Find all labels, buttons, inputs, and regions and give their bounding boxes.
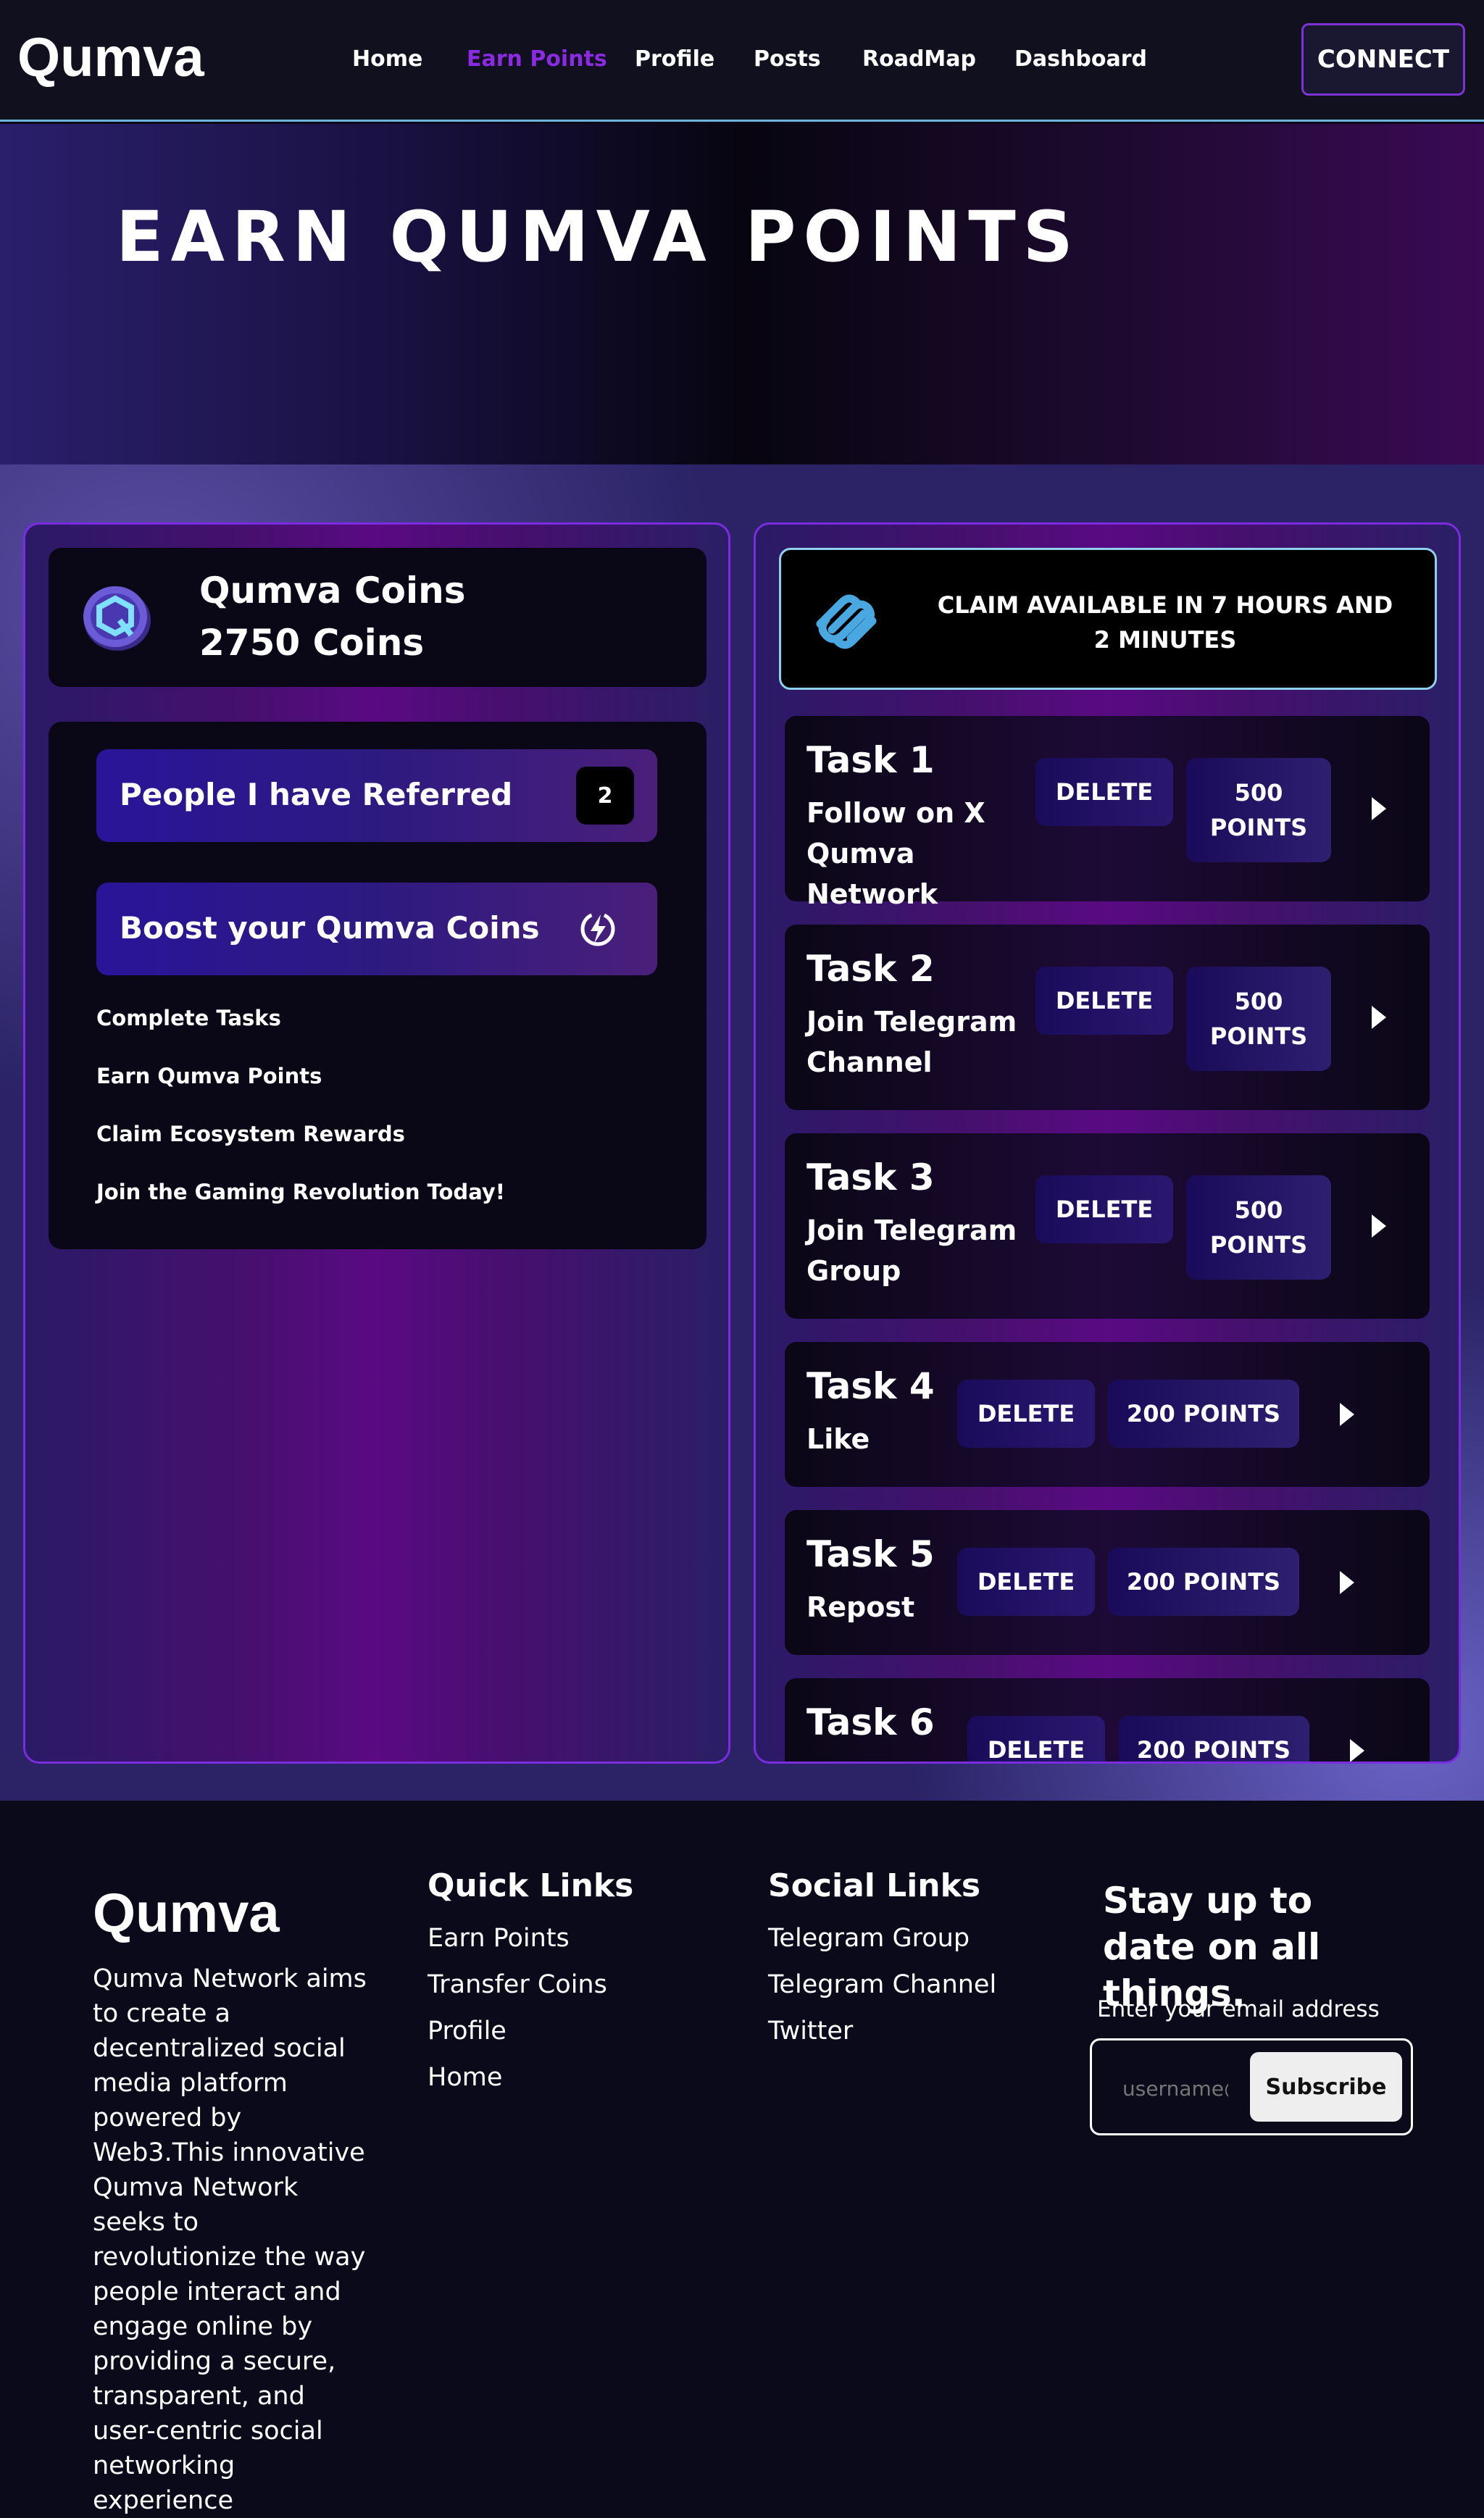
claim-status-box[interactable]: CLAIM AVAILABLE IN 7 HOURS AND 2 MINUTES	[779, 548, 1437, 690]
task-title: Task 2	[806, 948, 935, 990]
nav-link-posts[interactable]: Posts	[754, 46, 821, 72]
coins-title: Qumva Coins	[199, 570, 466, 612]
nav-link-dashboard[interactable]: Dashboard	[1014, 46, 1147, 72]
task-card: Task 2 Join Telegram Channel DELETE 500 …	[785, 925, 1430, 1110]
task-points-button[interactable]: 500 POINTS	[1186, 758, 1331, 862]
footer-link-transfer-coins[interactable]: Transfer Coins	[428, 1970, 607, 1999]
coins-card: Qumva Coins 2750 Coins	[49, 548, 706, 687]
social-links-heading: Social Links	[768, 1867, 981, 1904]
subscribe-button[interactable]: Subscribe	[1250, 2052, 1402, 2122]
squarespace-icon	[816, 594, 877, 649]
delete-task-button[interactable]: DELETE	[1035, 758, 1173, 826]
nav-link-roadmap[interactable]: RoadMap	[862, 46, 976, 72]
newsletter-form: Subscribe	[1090, 2038, 1413, 2135]
task-card: Task 5 Repost DELETE 200 POINTS	[785, 1510, 1430, 1655]
referral-count-badge: 2	[576, 767, 634, 825]
claim-countdown-text: CLAIM AVAILABLE IN 7 HOURS AND 2 MINUTES	[937, 591, 1393, 654]
info-item-earn-points: Earn Qumva Points	[96, 1064, 322, 1088]
task-points-button[interactable]: 200 POINTS	[1118, 1716, 1309, 1762]
top-nav: Qumva Home Earn Points Profile Posts Roa…	[0, 0, 1484, 122]
delete-task-button[interactable]: DELETE	[1035, 967, 1173, 1035]
task-description: Join Telegram Group	[806, 1214, 1017, 1287]
play-arrow-icon[interactable]	[1347, 1738, 1367, 1764]
nav-link-home[interactable]: Home	[352, 46, 422, 72]
delete-task-button[interactable]: DELETE	[1035, 1175, 1173, 1243]
task-card: Task 4 Like DELETE 200 POINTS	[785, 1342, 1430, 1487]
delete-task-button[interactable]: DELETE	[957, 1380, 1095, 1448]
task-description: Repost	[806, 1591, 915, 1623]
boost-label: Boost your Qumva Coins	[120, 910, 540, 946]
play-arrow-icon[interactable]	[1369, 1004, 1389, 1030]
delete-task-button[interactable]: DELETE	[967, 1716, 1105, 1762]
task-title: Task 1	[806, 739, 935, 781]
email-label: Enter your email address	[1097, 1996, 1380, 2022]
footer-link-home[interactable]: Home	[428, 2063, 502, 2092]
footer-link-profile[interactable]: Profile	[428, 2017, 507, 2046]
referral-card: People I have Referred 2 Boost your Qumv…	[49, 722, 706, 1249]
play-arrow-icon[interactable]	[1337, 1401, 1357, 1427]
qumva-coin-icon	[83, 586, 151, 651]
footer-brand: Qumva	[93, 1883, 280, 1944]
nav-link-earn-points[interactable]: Earn Points	[467, 46, 607, 72]
task-points-button[interactable]: 500 POINTS	[1186, 967, 1331, 1071]
coins-amount: 2750 Coins	[199, 622, 425, 664]
task-description: Join Telegram Channel	[806, 1006, 1017, 1078]
bolt-icon	[580, 912, 615, 946]
email-input[interactable]	[1121, 2069, 1230, 2107]
task-title: Task 4	[806, 1365, 935, 1407]
task-points-button[interactable]: 200 POINTS	[1108, 1380, 1299, 1448]
site-footer: Qumva Qumva Network aims to create a dec…	[0, 1801, 1484, 2517]
delete-task-button[interactable]: DELETE	[957, 1548, 1095, 1616]
footer-link-earn-points[interactable]: Earn Points	[428, 1924, 570, 1953]
task-card: Task 6 DELETE 200 POINTS	[785, 1678, 1430, 1764]
page-title: EARN QUMVA POINTS	[116, 196, 1080, 278]
info-item-complete-tasks: Complete Tasks	[96, 1006, 281, 1030]
task-card: Task 1 Follow on X Qumva Network DELETE …	[785, 716, 1430, 910]
task-points-button[interactable]: 500 POINTS	[1186, 1175, 1331, 1280]
referred-people-button[interactable]: People I have Referred 2	[96, 749, 657, 842]
footer-link-twitter[interactable]: Twitter	[768, 2017, 853, 2046]
task-title: Task 5	[806, 1533, 935, 1575]
hero-banner: EARN QUMVA POINTS	[0, 124, 1484, 464]
task-description: Like	[806, 1423, 870, 1455]
task-description: Follow on X Qumva Network	[806, 797, 985, 910]
task-points-button[interactable]: 200 POINTS	[1108, 1548, 1299, 1616]
boost-coins-button[interactable]: Boost your Qumva Coins	[96, 883, 657, 975]
footer-link-telegram-channel[interactable]: Telegram Channel	[768, 1970, 996, 1999]
nav-link-profile[interactable]: Profile	[635, 46, 714, 72]
referred-label: People I have Referred	[120, 777, 513, 812]
task-title: Task 3	[806, 1156, 935, 1198]
coins-panel: Qumva Coins 2750 Coins People I have Ref…	[23, 522, 730, 1764]
main-section: Qumva Coins 2750 Coins People I have Ref…	[0, 464, 1484, 1801]
nav-links: Home Earn Points Profile Posts RoadMap D…	[0, 46, 1484, 75]
tasks-panel: CLAIM AVAILABLE IN 7 HOURS AND 2 MINUTES…	[754, 522, 1461, 1764]
info-item-gaming-revolution: Join the Gaming Revolution Today!	[96, 1180, 505, 1204]
play-arrow-icon[interactable]	[1369, 1213, 1389, 1239]
footer-link-telegram-group[interactable]: Telegram Group	[768, 1924, 970, 1953]
footer-description: Qumva Network aims to create a decentral…	[93, 1964, 367, 2515]
quick-links-heading: Quick Links	[428, 1867, 634, 1904]
task-title: Task 6	[806, 1701, 935, 1743]
play-arrow-icon[interactable]	[1369, 796, 1389, 822]
info-item-claim-rewards: Claim Ecosystem Rewards	[96, 1122, 405, 1146]
task-card: Task 3 Join Telegram Group DELETE 500 PO…	[785, 1133, 1430, 1319]
play-arrow-icon[interactable]	[1337, 1569, 1357, 1596]
connect-button[interactable]: CONNECT	[1301, 23, 1465, 96]
